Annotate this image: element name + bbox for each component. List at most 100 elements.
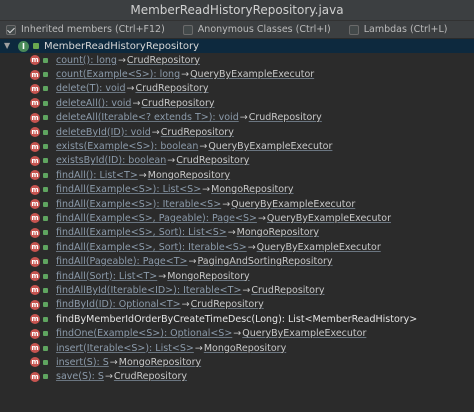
member-row[interactable]: m findAll(Sort): List<T> → MongoReposito…	[0, 269, 474, 283]
public-visibility-icon	[43, 259, 48, 265]
method-icon: m	[30, 371, 40, 382]
owner-class: QueryByExampleExecutor	[266, 212, 391, 224]
method-icon: m	[30, 184, 40, 195]
inherited-from-arrow: →	[227, 227, 236, 239]
method-icon: m	[30, 271, 40, 282]
owner-class: CrudRepository	[160, 126, 234, 138]
member-row[interactable]: m findAll(Example<S>): List<S> → MongoRe…	[0, 183, 474, 197]
method-signature: deleteById(ID): void	[56, 126, 151, 138]
structure-tree[interactable]: ▼ I MemberReadHistoryRepository m count(…	[0, 39, 474, 412]
method-icon: m	[30, 69, 40, 80]
method-icon: m	[30, 83, 40, 94]
method-signature: findOne(Example<S>): Optional<S>	[56, 328, 233, 340]
public-visibility-icon	[43, 302, 48, 308]
public-visibility-icon	[43, 129, 48, 135]
inherited-from-arrow: →	[104, 371, 113, 383]
method-icon: m	[30, 314, 40, 325]
inherited-from-arrow: →	[194, 342, 203, 354]
inherited-from-arrow: →	[233, 328, 242, 340]
method-signature: findAll(Pageable): Page<T>	[56, 256, 188, 268]
inherited-from-arrow: →	[242, 284, 251, 296]
method-icon: m	[30, 213, 40, 224]
public-visibility-icon	[43, 230, 48, 236]
expand-arrow-icon[interactable]: ▼	[4, 42, 12, 50]
member-row[interactable]: m findAll(): List<T> → MongoRepository	[0, 168, 474, 182]
member-row[interactable]: m findAll(Example<S>, Sort): List<S> → M…	[0, 226, 474, 240]
method-signature: findAll(Example<S>, Sort): Iterable<S>	[56, 241, 247, 253]
anonymous-classes-checkbox[interactable]	[182, 24, 193, 35]
member-row[interactable]: m findAll(Example<S>, Sort): Iterable<S>…	[0, 240, 474, 254]
inherited-from-arrow: →	[126, 83, 135, 95]
inherited-from-arrow: →	[109, 356, 118, 368]
inherited-from-arrow: →	[239, 112, 248, 124]
member-row[interactable]: m deleteAll(): void → CrudRepository	[0, 96, 474, 110]
owner-class: QueryByExampleExecutor	[231, 198, 356, 210]
member-row[interactable]: m insert(S): S → MongoRepository	[0, 355, 474, 369]
inherited-members-checkbox[interactable]	[6, 24, 16, 35]
method-icon: m	[30, 299, 40, 310]
method-signature: deleteAll(Iterable<? extends T>): void	[56, 112, 239, 124]
member-row[interactable]: m exists(Example<S>): boolean → QueryByE…	[0, 139, 474, 153]
owner-class: MongoRepository	[118, 356, 202, 368]
public-visibility-icon	[43, 273, 48, 279]
method-icon: m	[30, 328, 40, 339]
member-row[interactable]: m findAll(Pageable): Page<T> → PagingAnd…	[0, 254, 474, 268]
inherited-from-arrow: →	[247, 241, 256, 253]
method-signature: findAll(Example<S>): List<S>	[56, 184, 202, 196]
method-signature: findAll(): List<T>	[56, 169, 138, 181]
public-visibility-icon	[43, 331, 48, 337]
public-visibility-icon	[43, 57, 48, 63]
member-row[interactable]: m save(S): S → CrudRepository	[0, 370, 474, 384]
inherited-members-label: Inherited members (Ctrl+F12)	[21, 24, 165, 35]
member-row[interactable]: m delete(T): void → CrudRepository	[0, 82, 474, 96]
method-icon: m	[30, 256, 40, 267]
lambdas-checkbox[interactable]	[348, 24, 359, 35]
owner-class: CrudRepository	[113, 371, 188, 383]
public-visibility-icon	[43, 316, 48, 322]
method-signature: findAll(Example<S>, Pageable): Page<S>	[56, 212, 257, 224]
member-row[interactable]: m deleteById(ID): void → CrudRepository	[0, 125, 474, 139]
public-visibility-icon	[43, 287, 48, 293]
owner-class: CrudRepository	[141, 97, 215, 109]
tree-root-node[interactable]: ▼ I MemberReadHistoryRepository	[0, 39, 474, 53]
member-row[interactable]: m count(): long → CrudRepository	[0, 53, 474, 67]
method-icon: m	[30, 112, 40, 123]
method-signature: deleteAll(): void	[56, 97, 132, 109]
member-row[interactable]: m findByMemberIdOrderByCreateTimeDesc(Lo…	[0, 312, 474, 326]
window-title: MemberReadHistoryRepository.java	[0, 0, 474, 21]
method-icon: m	[30, 170, 40, 181]
member-row[interactable]: m insert(Iterable<S>): List<S> → MongoRe…	[0, 341, 474, 355]
owner-class: QueryByExampleExecutor	[190, 69, 315, 81]
member-row[interactable]: m count(Example<S>): long → QueryByExamp…	[0, 67, 474, 81]
inherited-from-arrow: →	[199, 141, 208, 153]
owner-class: QueryByExampleExecutor	[242, 328, 367, 340]
lambdas-label: Lambdas (Ctrl+L)	[363, 24, 448, 35]
public-visibility-icon	[43, 244, 48, 250]
anonymous-classes-option[interactable]: Anonymous Classes (Ctrl+I)	[182, 24, 331, 35]
member-row[interactable]: m existsById(ID): boolean → CrudReposito…	[0, 154, 474, 168]
method-icon: m	[30, 343, 40, 353]
owner-class: MongoRepository	[211, 184, 294, 196]
owner-class: MongoRepository	[167, 270, 250, 282]
method-signature: findAll(Example<S>, Sort): List<S>	[56, 227, 227, 239]
inherited-from-arrow: →	[222, 198, 231, 210]
lambdas-option[interactable]: Lambdas (Ctrl+L)	[348, 24, 448, 35]
method-signature: count(Example<S>): long	[56, 69, 181, 81]
public-visibility-icon	[43, 144, 48, 150]
member-row[interactable]: m findAll(Example<S>, Pageable): Page<S>…	[0, 211, 474, 225]
anonymous-classes-label: Anonymous Classes (Ctrl+I)	[197, 24, 331, 35]
member-row[interactable]: m findOne(Example<S>): Optional<S> → Que…	[0, 326, 474, 340]
owner-class: CrudRepository	[251, 284, 325, 296]
member-row[interactable]: m findAll(Example<S>): Iterable<S> → Que…	[0, 197, 474, 211]
inherited-members-option[interactable]: Inherited members (Ctrl+F12)	[6, 24, 165, 35]
owner-class: CrudRepository	[135, 83, 209, 95]
member-row[interactable]: m findById(ID): Optional<T> → CrudReposi…	[0, 298, 474, 312]
inherited-from-arrow: →	[181, 299, 190, 311]
member-row[interactable]: m findAllById(Iterable<ID>): Iterable<T>…	[0, 283, 474, 297]
member-row[interactable]: m deleteAll(Iterable<? extends T>): void…	[0, 111, 474, 125]
public-visibility-icon	[43, 345, 48, 351]
inherited-from-arrow: →	[202, 184, 211, 196]
owner-class: CrudRepository	[126, 54, 201, 66]
public-visibility-icon	[43, 172, 48, 178]
owner-class: MongoRepository	[203, 342, 287, 354]
